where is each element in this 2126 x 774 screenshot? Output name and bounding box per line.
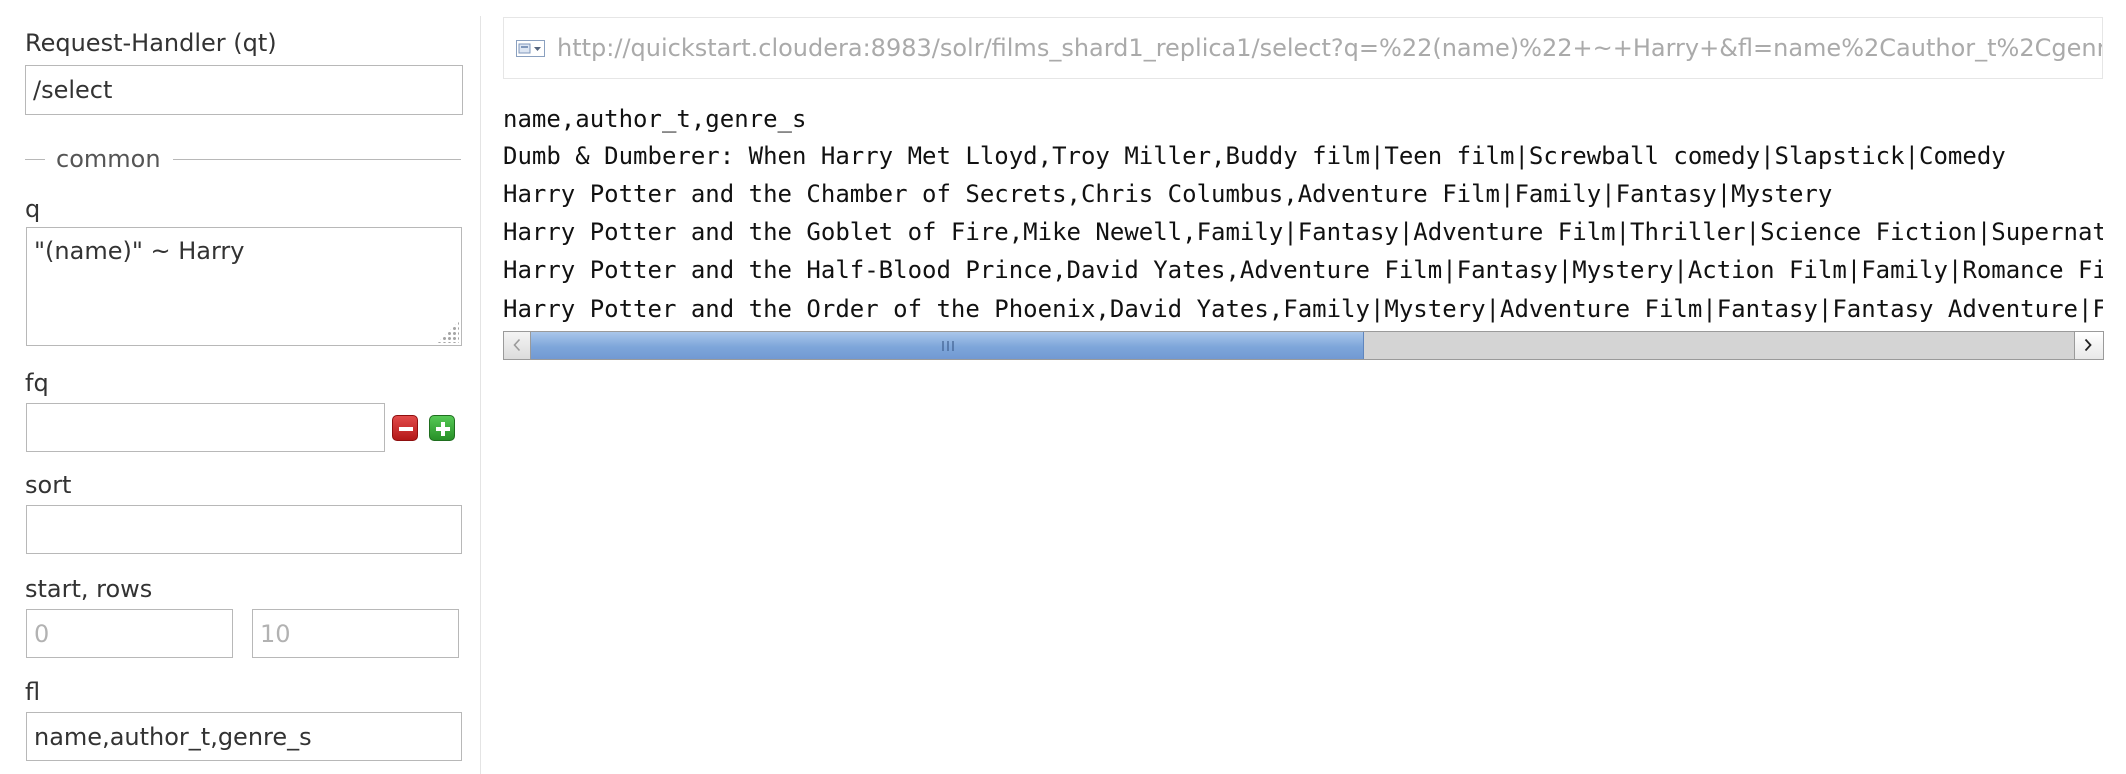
common-fieldset-legend: common bbox=[25, 144, 461, 174]
result-header-line: name,author_t,genre_s bbox=[503, 105, 807, 133]
add-fq-button[interactable] bbox=[429, 415, 455, 441]
grip-icon bbox=[942, 341, 954, 351]
fq-label: fq bbox=[25, 369, 49, 397]
result-row: Harry Potter and the Half-Blood Prince,D… bbox=[503, 256, 2103, 284]
minus-icon bbox=[399, 427, 413, 431]
sort-label: sort bbox=[25, 471, 72, 499]
panel-divider bbox=[480, 16, 481, 774]
result-row: Dumb & Dumberer: When Harry Met Lloyd,Tr… bbox=[503, 142, 2006, 170]
common-legend-label: common bbox=[56, 145, 161, 173]
fq-input[interactable] bbox=[26, 403, 385, 452]
fl-input[interactable] bbox=[26, 712, 462, 761]
request-handler-label: Request-Handler (qt) bbox=[25, 29, 277, 57]
scroll-left-button[interactable] bbox=[504, 332, 531, 359]
result-row: Harry Potter and the Goblet of Fire,Mike… bbox=[503, 218, 2103, 246]
sort-input[interactable] bbox=[26, 505, 462, 554]
chevron-left-icon bbox=[513, 338, 521, 352]
start-rows-label: start, rows bbox=[25, 575, 153, 603]
horizontal-scrollbar[interactable] bbox=[503, 331, 2104, 360]
query-result-output: name,author_t,genre_s Dumb & Dumberer: Wh… bbox=[503, 99, 2103, 329]
request-url-bar: http://quickstart.cloudera:8983/solr/fil… bbox=[503, 17, 2103, 79]
request-handler-input[interactable] bbox=[25, 65, 463, 115]
rows-input[interactable] bbox=[252, 609, 459, 658]
result-row: Harry Potter and the Order of the Phoeni… bbox=[503, 295, 2103, 323]
q-textarea[interactable] bbox=[26, 227, 462, 346]
start-input[interactable] bbox=[26, 609, 233, 658]
chevron-right-icon bbox=[2084, 338, 2092, 352]
remove-fq-button[interactable] bbox=[392, 415, 418, 441]
request-url-link[interactable]: http://quickstart.cloudera:8983/solr/fil… bbox=[557, 33, 2102, 63]
query-form: Request-Handler (qt) common q fq sort st… bbox=[0, 0, 480, 774]
url-type-icon bbox=[516, 40, 545, 57]
q-label: q bbox=[25, 195, 41, 223]
scroll-right-button[interactable] bbox=[2074, 332, 2103, 359]
legend-divider-left bbox=[25, 159, 45, 160]
fl-label: fl bbox=[25, 678, 41, 706]
legend-divider-right bbox=[173, 159, 461, 160]
result-row: Harry Potter and the Chamber of Secrets,… bbox=[503, 180, 1833, 208]
scrollbar-thumb[interactable] bbox=[531, 332, 1364, 359]
